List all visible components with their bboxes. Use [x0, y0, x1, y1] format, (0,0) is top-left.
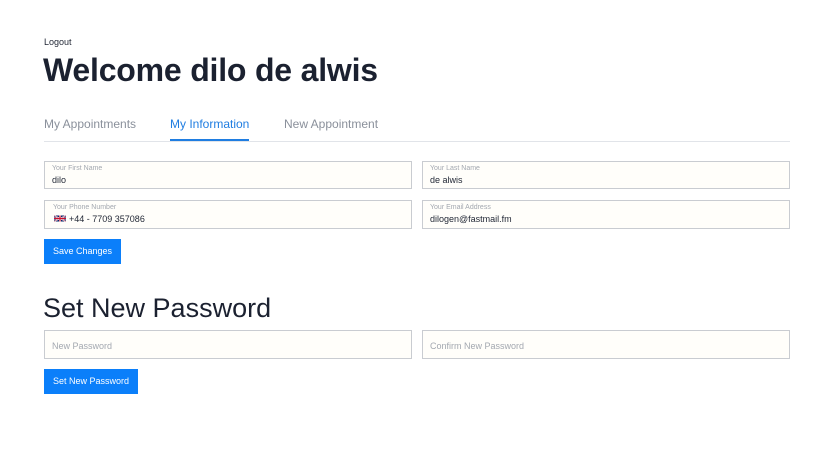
last-name-field[interactable]: Your Last Name de alwis	[422, 161, 790, 189]
email-field[interactable]: Your Email Address dilogen@fastmail.fm	[422, 200, 790, 229]
phone-field[interactable]: Your Phone Number +44 - 7709 357086	[44, 200, 412, 229]
new-password-field[interactable]: New Password	[44, 330, 412, 359]
last-name-value: de alwis	[430, 175, 463, 185]
phone-label: Your Phone Number	[53, 204, 117, 211]
phone-value-wrap: +44 - 7709 357086	[54, 214, 145, 224]
tab-my-information[interactable]: My Information	[170, 110, 250, 141]
confirm-password-field[interactable]: Confirm New Password	[422, 330, 790, 359]
tab-new-appointment[interactable]: New Appointment	[284, 110, 378, 140]
uk-flag-icon	[54, 215, 66, 223]
phone-value: +44 - 7709 357086	[69, 214, 145, 224]
first-name-field[interactable]: Your First Name dilo	[44, 161, 412, 189]
set-password-heading: Set New Password	[43, 293, 272, 323]
tab-my-appointments[interactable]: My Appointments	[44, 110, 136, 140]
set-new-password-button[interactable]: Set New Password	[44, 369, 139, 394]
page-title: Welcome dilo de alwis	[43, 52, 378, 88]
new-password-placeholder: New Password	[52, 341, 113, 351]
email-value: dilogen@fastmail.fm	[430, 214, 512, 224]
save-changes-button[interactable]: Save Changes	[44, 239, 122, 264]
confirm-password-placeholder: Confirm New Password	[430, 341, 525, 351]
tab-bar: My Appointments My Information New Appoi…	[44, 110, 790, 142]
email-label: Your Email Address	[430, 204, 491, 211]
last-name-label: Your Last Name	[430, 165, 480, 172]
first-name-label: Your First Name	[52, 165, 103, 172]
first-name-value: dilo	[52, 175, 67, 185]
logout-link[interactable]: Logout	[44, 37, 72, 47]
